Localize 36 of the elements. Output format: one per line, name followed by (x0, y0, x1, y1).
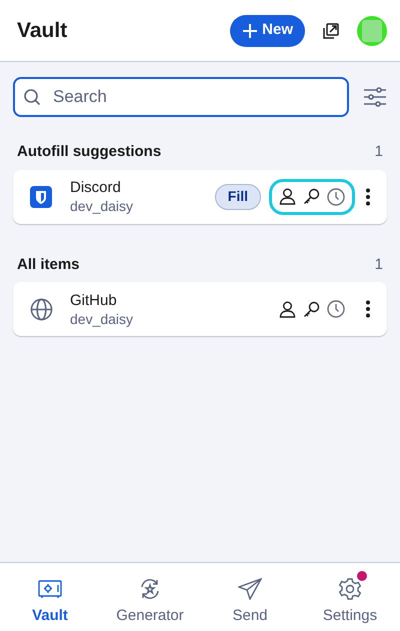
search-field[interactable]: Search (13, 77, 349, 117)
section-heading: All items (17, 254, 80, 274)
more-options-icon[interactable] (365, 188, 371, 206)
item-username: dev_daisy (70, 310, 134, 328)
key-icon[interactable] (303, 300, 320, 318)
gear-icon (339, 578, 361, 600)
nav-tab[interactable]: Settings (300, 563, 400, 631)
fill-button[interactable]: Fill (214, 184, 261, 210)
more-options-icon[interactable] (365, 300, 371, 318)
paper-plane-icon (238, 578, 262, 600)
clock-icon[interactable] (327, 188, 345, 206)
user-icon[interactable] (279, 188, 296, 205)
globe-icon (30, 298, 52, 320)
filter-icon[interactable] (363, 86, 387, 108)
refresh-star-icon (139, 578, 161, 600)
section-heading: Autofill suggestions (17, 142, 162, 162)
shield-logo-icon (30, 186, 52, 208)
pop-out-icon[interactable] (322, 22, 340, 40)
item-count: 1 (374, 254, 383, 274)
item-name: Discord (70, 178, 122, 197)
nav-tab[interactable]: Send (200, 563, 300, 631)
page-title: Vault (17, 18, 68, 44)
vault-item-card[interactable]: Discord dev_daisy Fill (13, 170, 387, 224)
search-icon (23, 88, 41, 106)
clock-icon[interactable] (327, 300, 345, 318)
plus-icon (242, 22, 258, 38)
item-username: dev_daisy (70, 197, 134, 215)
user-icon[interactable] (279, 300, 296, 318)
nav-tab[interactable]: Vault (0, 563, 100, 631)
item-count: 1 (374, 142, 383, 162)
new-button[interactable]: New (230, 14, 305, 46)
nav-tab[interactable]: Generator (100, 563, 200, 631)
vault-item-card[interactable]: GitHub dev_daisy (13, 282, 387, 336)
key-icon[interactable] (303, 188, 320, 205)
item-name: GitHub (70, 290, 118, 310)
safe-icon (38, 579, 62, 599)
